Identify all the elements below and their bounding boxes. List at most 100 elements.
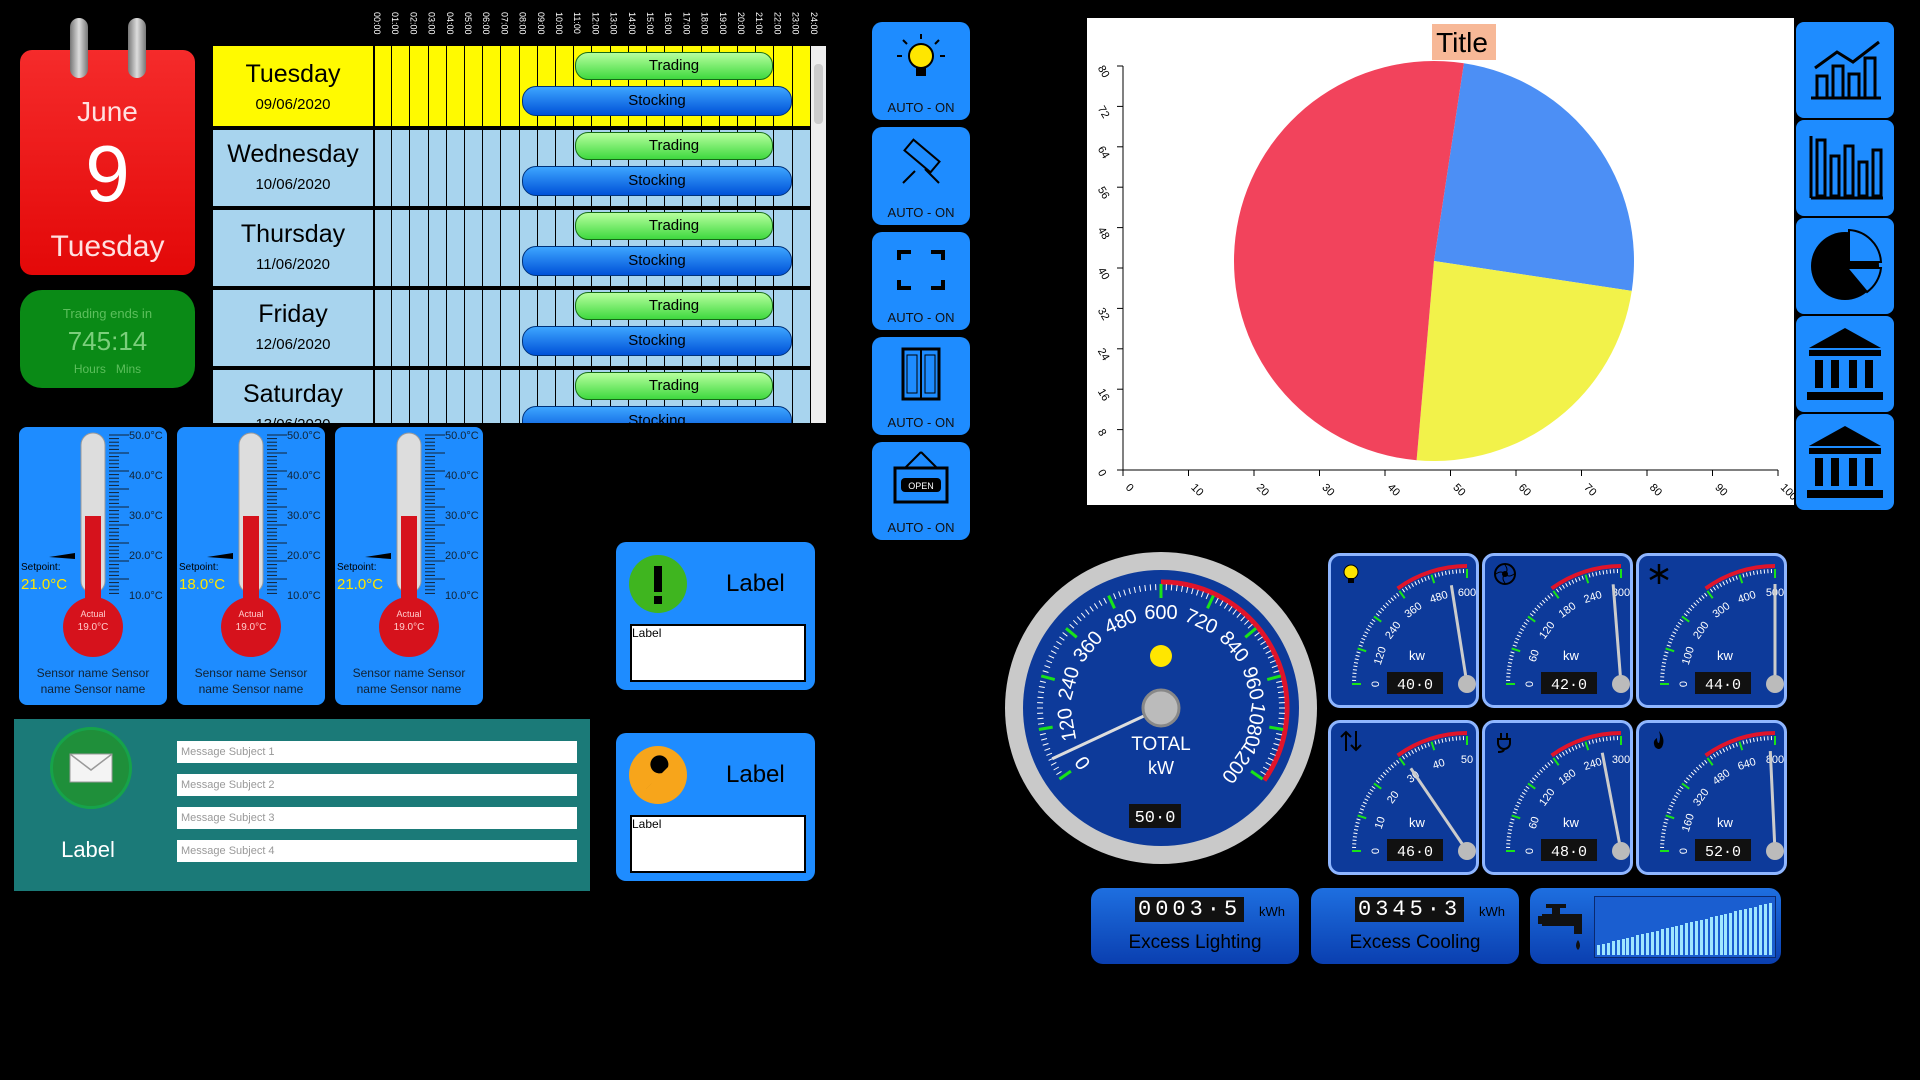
- gauge-tick: [1353, 828, 1359, 831]
- gauge-tick-label: 800: [1766, 754, 1784, 766]
- schedule-scrollbar[interactable]: [811, 46, 826, 423]
- nav-button-line-chart[interactable]: [1796, 22, 1894, 118]
- scale-label: 10.0°C: [287, 590, 321, 602]
- gauge-tick: [1371, 618, 1376, 623]
- alert-card[interactable]: Label Label: [616, 733, 815, 881]
- circuit-gauge[interactable]: 0 120 240 360 480 600 kw 40·0: [1328, 553, 1479, 708]
- gauge-tick: [1544, 597, 1548, 602]
- hour-gridline: [391, 126, 393, 206]
- schedule-day-row[interactable]: Saturday 13/06/2020 Trading Stocking: [213, 366, 813, 423]
- gauge-unit: kw: [1563, 648, 1580, 663]
- envelope-button[interactable]: [50, 727, 132, 809]
- hour-label: 19:00: [717, 12, 728, 35]
- gauge-tick: [1735, 575, 1738, 580]
- gauge-tick: [1704, 759, 1708, 764]
- alert-card[interactable]: Label Label: [616, 542, 815, 690]
- thermometer-card[interactable]: 50.0°C 40.0°C 30.0°C 20.0°C 10.0°C Setpoint: 2…: [19, 427, 167, 705]
- gauge-tick: [1588, 573, 1591, 578]
- gauge-tick: [1441, 738, 1444, 743]
- message-subject-field[interactable]: Message Subject 4: [177, 840, 577, 862]
- messages-label: Label: [61, 837, 115, 862]
- water-level-segment: [1675, 925, 1679, 955]
- hour-gridline: [409, 126, 411, 206]
- alert-text-box[interactable]: Label: [630, 624, 806, 682]
- pie-slice[interactable]: [1434, 63, 1634, 291]
- thermometer-card[interactable]: 50.0°C 40.0°C 30.0°C 20.0°C 10.0°C Setpoint: 2…: [335, 427, 483, 705]
- stocking-slot[interactable]: Stocking: [522, 166, 792, 196]
- trading-slot[interactable]: Trading: [575, 212, 773, 240]
- water-level-segment: [1631, 936, 1635, 955]
- schedule-scroll-thumb[interactable]: [814, 64, 823, 124]
- hour-label: 12:00: [590, 12, 601, 35]
- gauge-tick: [1424, 576, 1427, 581]
- gauge-tick: [1398, 757, 1406, 766]
- gauge-tick: [1606, 736, 1608, 741]
- day-date: 11/06/2020: [256, 256, 330, 273]
- gauge-tick: [1387, 766, 1392, 771]
- schedule-day-row[interactable]: Thursday 11/06/2020 Trading Stocking: [213, 206, 813, 290]
- gauge-tick: [1698, 764, 1702, 769]
- stocking-slot[interactable]: Stocking: [522, 246, 792, 276]
- schedule-day-row[interactable]: Friday 12/06/2020 Trading Stocking: [213, 286, 813, 370]
- circuit-gauge[interactable]: 0 60 120 180 240 300 kw 48·0: [1482, 720, 1633, 875]
- trading-slot[interactable]: Trading: [575, 52, 773, 80]
- trading-hours-label: Hours: [73, 362, 106, 376]
- hour-gridline: [464, 206, 465, 286]
- trading-slot[interactable]: Trading: [575, 132, 773, 160]
- trading-slot[interactable]: Trading: [575, 292, 773, 320]
- nav-button-bank[interactable]: [1796, 316, 1894, 412]
- gauge-tick: [1541, 766, 1546, 771]
- circuit-gauge[interactable]: 0100200300400500kw44·0: [1636, 553, 1787, 708]
- water-level-segment: [1611, 941, 1615, 955]
- circuit-gauge-dial: 010203040 50kw46·0: [1340, 730, 1476, 861]
- trading-slot[interactable]: Trading: [575, 372, 773, 400]
- scale-label: 10.0°C: [445, 590, 479, 602]
- water-level-segment: [1768, 903, 1772, 955]
- message-subject-field[interactable]: Message Subject 1: [177, 741, 577, 763]
- gauge-tick: [1662, 825, 1667, 828]
- scale-label: 30.0°C: [129, 510, 163, 522]
- stocking-slot[interactable]: Stocking: [522, 406, 792, 423]
- auto-toggle-button[interactable]: AUTO - ON: [872, 232, 970, 330]
- pie-slice[interactable]: [1416, 261, 1632, 461]
- auto-toggle-button[interactable]: AUTO - ON: [872, 337, 970, 435]
- alert-text-box[interactable]: Label: [630, 815, 806, 873]
- message-subject-field[interactable]: Message Subject 3: [177, 807, 577, 829]
- thermometer-gauge: 50.0°C 40.0°C 30.0°C 20.0°C 10.0°C Setpoint: 1…: [179, 430, 321, 657]
- hour-label: 21:00: [754, 12, 765, 35]
- gauge-tick: [1571, 746, 1575, 751]
- auto-toggle-button[interactable]: AUTO - ON: [872, 127, 970, 225]
- gauge-tick-label: 300: [1612, 754, 1630, 766]
- thermometer-card[interactable]: 50.0°C 40.0°C 30.0°C 20.0°C 10.0°C Setpoint: 1…: [177, 427, 325, 705]
- gauge-tick: [1385, 602, 1389, 606]
- circuit-gauge[interactable]: 0 160 320 480 640 800 kw 52·0: [1636, 720, 1787, 875]
- auto-toggle-button[interactable]: AUTO - ON: [872, 22, 970, 120]
- gauge-tick-label: 200: [1691, 620, 1711, 642]
- circuit-gauge[interactable]: 0 60 120 180 240 300 kw 42·0: [1482, 553, 1633, 708]
- message-subject-field[interactable]: Message Subject 2: [177, 774, 577, 796]
- water-level-segment: [1714, 916, 1718, 955]
- gauge-tick: [1390, 764, 1394, 769]
- scale-label: 20.0°C: [445, 550, 479, 562]
- gauge-tick: [1362, 801, 1367, 805]
- gauge-tick: [1555, 755, 1560, 760]
- stocking-slot[interactable]: Stocking: [522, 86, 792, 116]
- svg-text:OPEN: OPEN: [908, 481, 934, 491]
- gauge-tick-label: 10: [1373, 815, 1388, 830]
- schedule-day-row[interactable]: Wednesday 10/06/2020 Trading Stocking: [213, 126, 813, 210]
- nav-button-bar-chart[interactable]: [1796, 120, 1894, 216]
- gauge-tick: [1728, 745, 1732, 750]
- circuit-gauge[interactable]: 0 10 20 30 40 50 kw 46·0: [1328, 720, 1479, 875]
- gauge-tick: [1565, 582, 1568, 587]
- gauge-unit: kw: [1717, 815, 1734, 830]
- auto-status-label: AUTO - ON: [887, 415, 955, 430]
- nav-button-bank[interactable]: [1796, 414, 1894, 510]
- auto-toggle-button[interactable]: OPEN AUTO - ON: [872, 442, 970, 540]
- nav-button-pie-chart[interactable]: [1796, 218, 1894, 314]
- stocking-slot[interactable]: Stocking: [522, 326, 792, 356]
- y-tick-label: 40: [1095, 266, 1112, 283]
- gauge-tick: [1361, 804, 1366, 808]
- gauge-needle: [1409, 767, 1469, 852]
- fullscreen-icon: [897, 250, 945, 290]
- schedule-day-row[interactable]: Tuesday 09/06/2020 Trading Stocking: [213, 46, 813, 130]
